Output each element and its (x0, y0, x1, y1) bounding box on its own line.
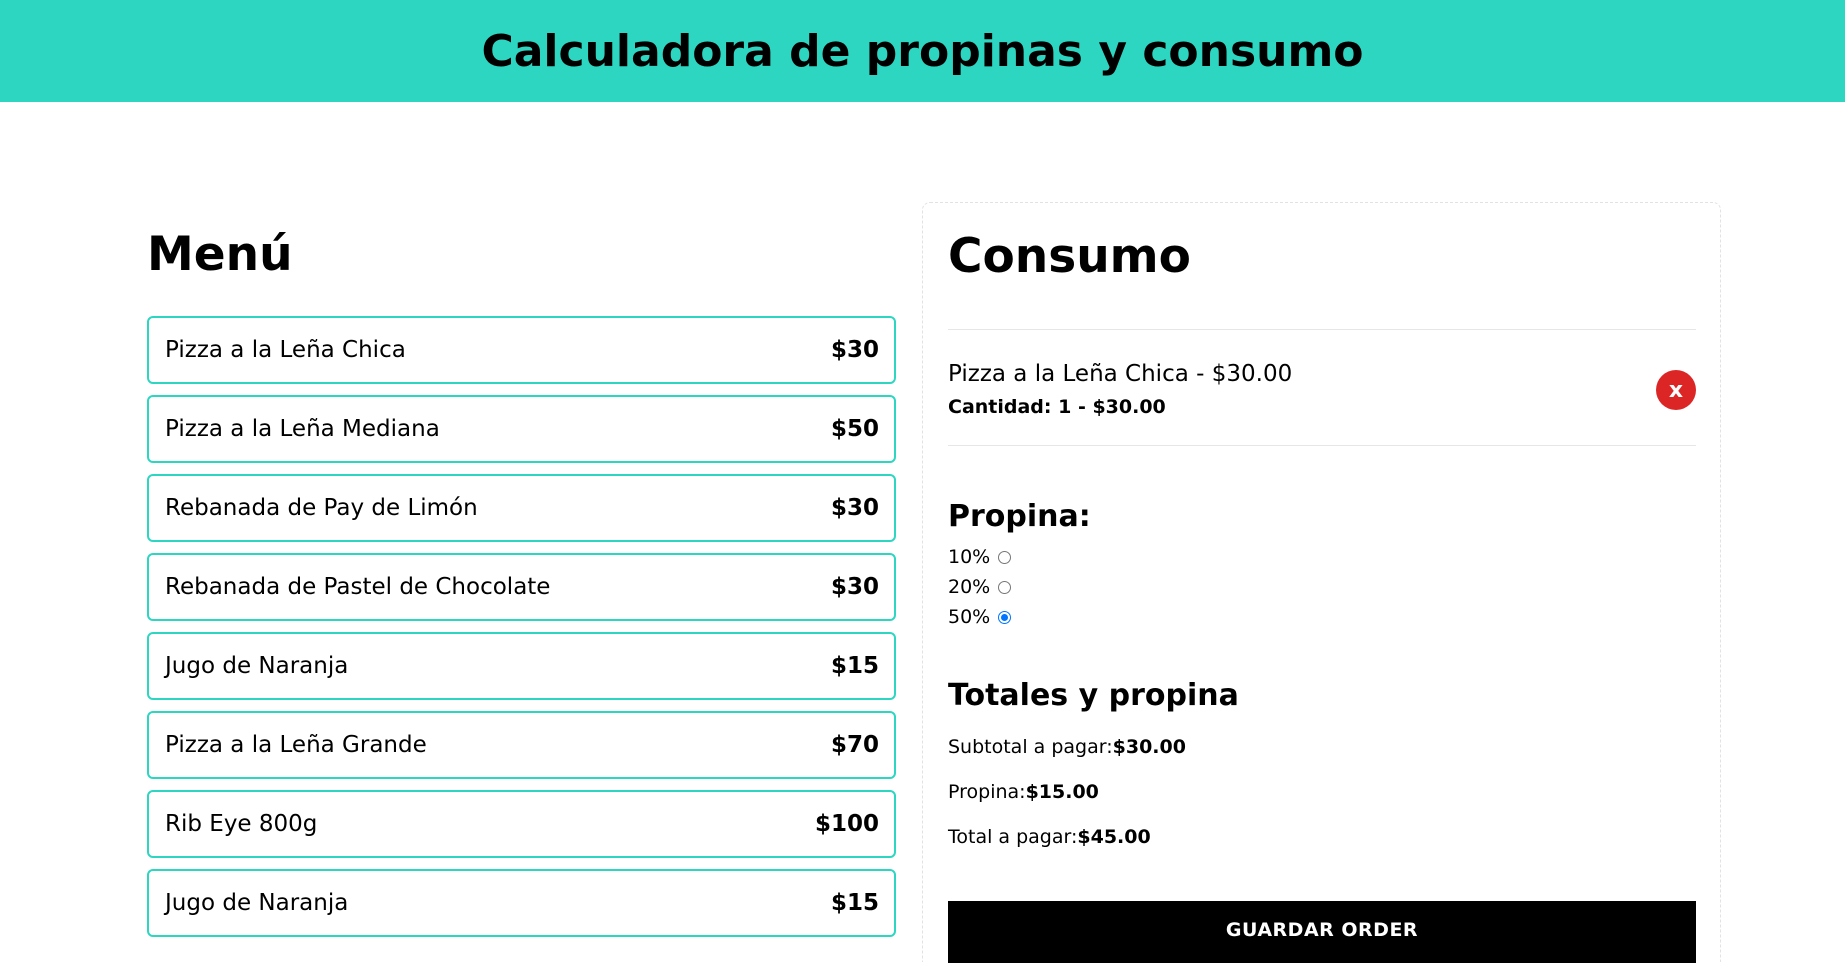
menu-item-price: $15 (830, 653, 879, 679)
menu-item-price: $50 (830, 416, 879, 442)
menu-item-name: Pizza a la Leña Mediana (165, 416, 440, 442)
tip-option-10: 10% (948, 542, 1012, 572)
tip-radio-20[interactable] (998, 580, 1012, 594)
menu-item-price: $30 (830, 495, 879, 521)
menu-item[interactable]: Rib Eye 800g $100 (147, 790, 896, 858)
tip-option-label: 50% (948, 606, 991, 628)
subtotal-label: Subtotal a pagar: (948, 736, 1113, 758)
menu-item[interactable]: Pizza a la Leña Chica $30 (147, 316, 896, 384)
app-header: Calculadora de propinas y consumo (0, 0, 1845, 102)
menu-item-name: Pizza a la Leña Chica (165, 337, 406, 363)
menu-item[interactable]: Pizza a la Leña Mediana $50 (147, 395, 896, 463)
menu-item[interactable]: Jugo de Naranja $15 (147, 632, 896, 700)
tip-option-label: 10% (948, 546, 991, 568)
tip-title: Propina: (948, 499, 1091, 534)
tip-option-20: 20% (948, 572, 1012, 602)
menu-item-name: Rebanada de Pay de Limón (165, 495, 478, 521)
total-row: Total a pagar:$45.00 (948, 826, 1151, 848)
menu-title: Menú (147, 227, 293, 282)
menu-item-name: Pizza a la Leña Grande (165, 732, 427, 758)
tip-amount-value: $15.00 (1025, 781, 1099, 803)
menu-item[interactable]: Jugo de Naranja $15 (147, 869, 896, 937)
order-item: Pizza a la Leña Chica - $30.00 Cantidad:… (948, 329, 1696, 446)
tip-amount-label: Propina: (948, 781, 1026, 803)
total-value: $45.00 (1077, 826, 1151, 848)
page-title: Calculadora de propinas y consumo (481, 25, 1364, 77)
consumo-panel: Consumo Pizza a la Leña Chica - $30.00 C… (922, 202, 1721, 963)
menu-item-price: $30 (830, 574, 879, 600)
order-item-description: Pizza a la Leña Chica - $30.00 (948, 361, 1293, 387)
menu-item[interactable]: Pizza a la Leña Grande $70 (147, 711, 896, 779)
tip-row: Propina:$15.00 (948, 781, 1099, 803)
subtotal-value: $30.00 (1112, 736, 1186, 758)
remove-item-button[interactable]: x (1656, 370, 1696, 410)
menu-item[interactable]: Rebanada de Pay de Limón $30 (147, 474, 896, 542)
tip-option-50: 50% (948, 602, 1012, 632)
menu-list: Pizza a la Leña Chica $30 Pizza a la Leñ… (147, 316, 896, 948)
tip-radio-10[interactable] (998, 550, 1012, 564)
menu-item-price: $70 (830, 732, 879, 758)
menu-item-name: Rebanada de Pastel de Chocolate (165, 574, 551, 600)
menu-section: Menú Pizza a la Leña Chica $30 Pizza a l… (147, 224, 896, 937)
menu-item-price: $30 (830, 337, 879, 363)
menu-item-name: Rib Eye 800g (165, 811, 318, 837)
menu-item-name: Jugo de Naranja (165, 890, 349, 916)
order-item-quantity: Cantidad: 1 - $30.00 (948, 396, 1166, 418)
menu-item-name: Jugo de Naranja (165, 653, 349, 679)
subtotal-row: Subtotal a pagar:$30.00 (948, 736, 1186, 758)
consumo-title: Consumo (948, 229, 1191, 284)
total-label: Total a pagar: (948, 826, 1078, 848)
tip-options: 10% 20% 50% (948, 542, 1012, 632)
menu-item-price: $100 (814, 811, 879, 837)
tip-radio-50[interactable] (998, 610, 1012, 624)
tip-option-label: 20% (948, 576, 991, 598)
save-order-button[interactable]: GUARDAR ORDER (948, 901, 1696, 963)
totals-title: Totales y propina (948, 678, 1239, 713)
menu-item-price: $15 (830, 890, 879, 916)
menu-item[interactable]: Rebanada de Pastel de Chocolate $30 (147, 553, 896, 621)
